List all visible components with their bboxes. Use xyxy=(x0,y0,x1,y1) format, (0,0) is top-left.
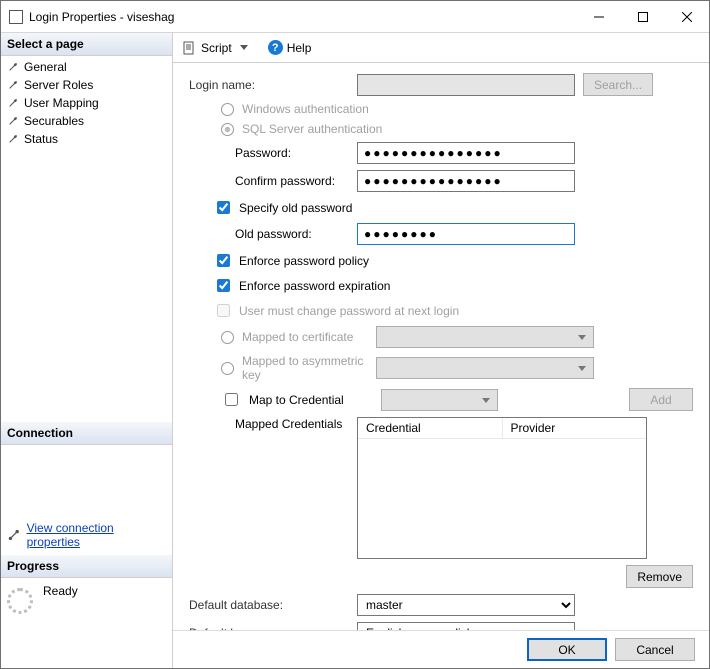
specify-old-password-checkbox[interactable] xyxy=(217,201,230,214)
login-name-input xyxy=(357,74,575,96)
confirm-password-input[interactable] xyxy=(357,170,575,192)
password-label: Password: xyxy=(189,146,349,160)
sidebar-item-general[interactable]: General xyxy=(1,58,172,76)
title-bar: Login Properties - viseshag xyxy=(1,1,709,33)
minimize-button[interactable] xyxy=(577,2,621,32)
asymkey-select xyxy=(376,357,594,379)
wrench-icon xyxy=(7,61,19,73)
connection-icon xyxy=(7,528,21,542)
login-properties-window: Login Properties - viseshag Select a pag… xyxy=(0,0,710,669)
close-button[interactable] xyxy=(665,2,709,32)
old-password-input[interactable] xyxy=(357,223,575,245)
confirm-password-label: Confirm password: xyxy=(189,174,349,188)
password-input[interactable] xyxy=(357,142,575,164)
specify-old-password-label: Specify old password xyxy=(239,201,352,215)
select-page-header: Select a page xyxy=(1,33,172,56)
help-icon: ? xyxy=(268,40,283,55)
enforce-expiration-label: Enforce password expiration xyxy=(239,279,390,293)
default-language-select[interactable]: English - us_english xyxy=(357,622,575,630)
mapped-certificate-label: Mapped to certificate xyxy=(242,330,368,344)
mapped-asymkey-label: Mapped to asymmetric key xyxy=(242,354,368,382)
view-connection-properties-link[interactable]: View connection properties xyxy=(7,521,166,549)
mapped-credentials-label: Mapped Credentials xyxy=(189,417,349,431)
script-button[interactable]: Script xyxy=(183,41,232,55)
mapped-certificate-radio xyxy=(221,331,234,344)
sidebar-item-status[interactable]: Status xyxy=(1,130,172,148)
progress-status: Ready xyxy=(43,584,78,598)
default-database-label: Default database: xyxy=(189,598,349,612)
app-icon xyxy=(9,10,23,24)
enforce-policy-label: Enforce password policy xyxy=(239,254,369,268)
wrench-icon xyxy=(7,133,19,145)
sidebar-item-server-roles[interactable]: Server Roles xyxy=(1,76,172,94)
connection-header: Connection xyxy=(1,422,172,445)
sidebar-item-user-mapping[interactable]: User Mapping xyxy=(1,94,172,112)
provider-column-header: Provider xyxy=(503,418,647,439)
progress-header: Progress xyxy=(1,555,172,578)
mapped-credentials-table[interactable]: Credential Provider xyxy=(357,417,647,559)
sql-auth-radio xyxy=(221,123,234,136)
old-password-label: Old password: xyxy=(189,227,349,241)
script-dropdown-icon[interactable] xyxy=(240,45,248,50)
toolbar: Script ? Help xyxy=(173,33,709,63)
enforce-policy-checkbox[interactable] xyxy=(217,254,230,267)
map-credential-checkbox[interactable] xyxy=(225,393,238,406)
default-database-select[interactable]: master xyxy=(357,594,575,616)
credential-column-header: Credential xyxy=(358,418,503,439)
must-change-password-checkbox xyxy=(217,304,230,317)
wrench-icon xyxy=(7,115,19,127)
window-title: Login Properties - viseshag xyxy=(29,10,577,24)
windows-auth-radio xyxy=(221,103,234,116)
sql-auth-label: SQL Server authentication xyxy=(242,122,382,136)
sidebar: Select a page GeneralServer RolesUser Ma… xyxy=(1,33,173,668)
login-name-label: Login name: xyxy=(189,78,349,92)
certificate-select xyxy=(376,326,594,348)
main-panel: Script ? Help Login name: Search... xyxy=(173,33,709,668)
dialog-footer: OK Cancel xyxy=(173,630,709,668)
enforce-expiration-checkbox[interactable] xyxy=(217,279,230,292)
windows-auth-label: Windows authentication xyxy=(242,102,369,116)
map-credential-label: Map to Credential xyxy=(249,393,373,407)
wrench-icon xyxy=(7,79,19,91)
add-credential-button: Add xyxy=(629,388,693,411)
maximize-button[interactable] xyxy=(621,2,665,32)
sidebar-item-securables[interactable]: Securables xyxy=(1,112,172,130)
must-change-password-label: User must change password at next login xyxy=(239,304,459,318)
credential-select xyxy=(381,389,498,411)
mapped-asymkey-radio xyxy=(221,362,234,375)
progress-spinner-icon xyxy=(7,588,33,614)
progress-area: Ready xyxy=(1,578,172,668)
remove-credential-button[interactable]: Remove xyxy=(626,565,693,588)
script-icon xyxy=(183,41,197,55)
ok-button[interactable]: OK xyxy=(527,638,607,661)
help-button[interactable]: ? Help xyxy=(268,40,312,55)
cancel-button[interactable]: Cancel xyxy=(615,638,695,661)
search-button: Search... xyxy=(583,73,653,96)
wrench-icon xyxy=(7,97,19,109)
